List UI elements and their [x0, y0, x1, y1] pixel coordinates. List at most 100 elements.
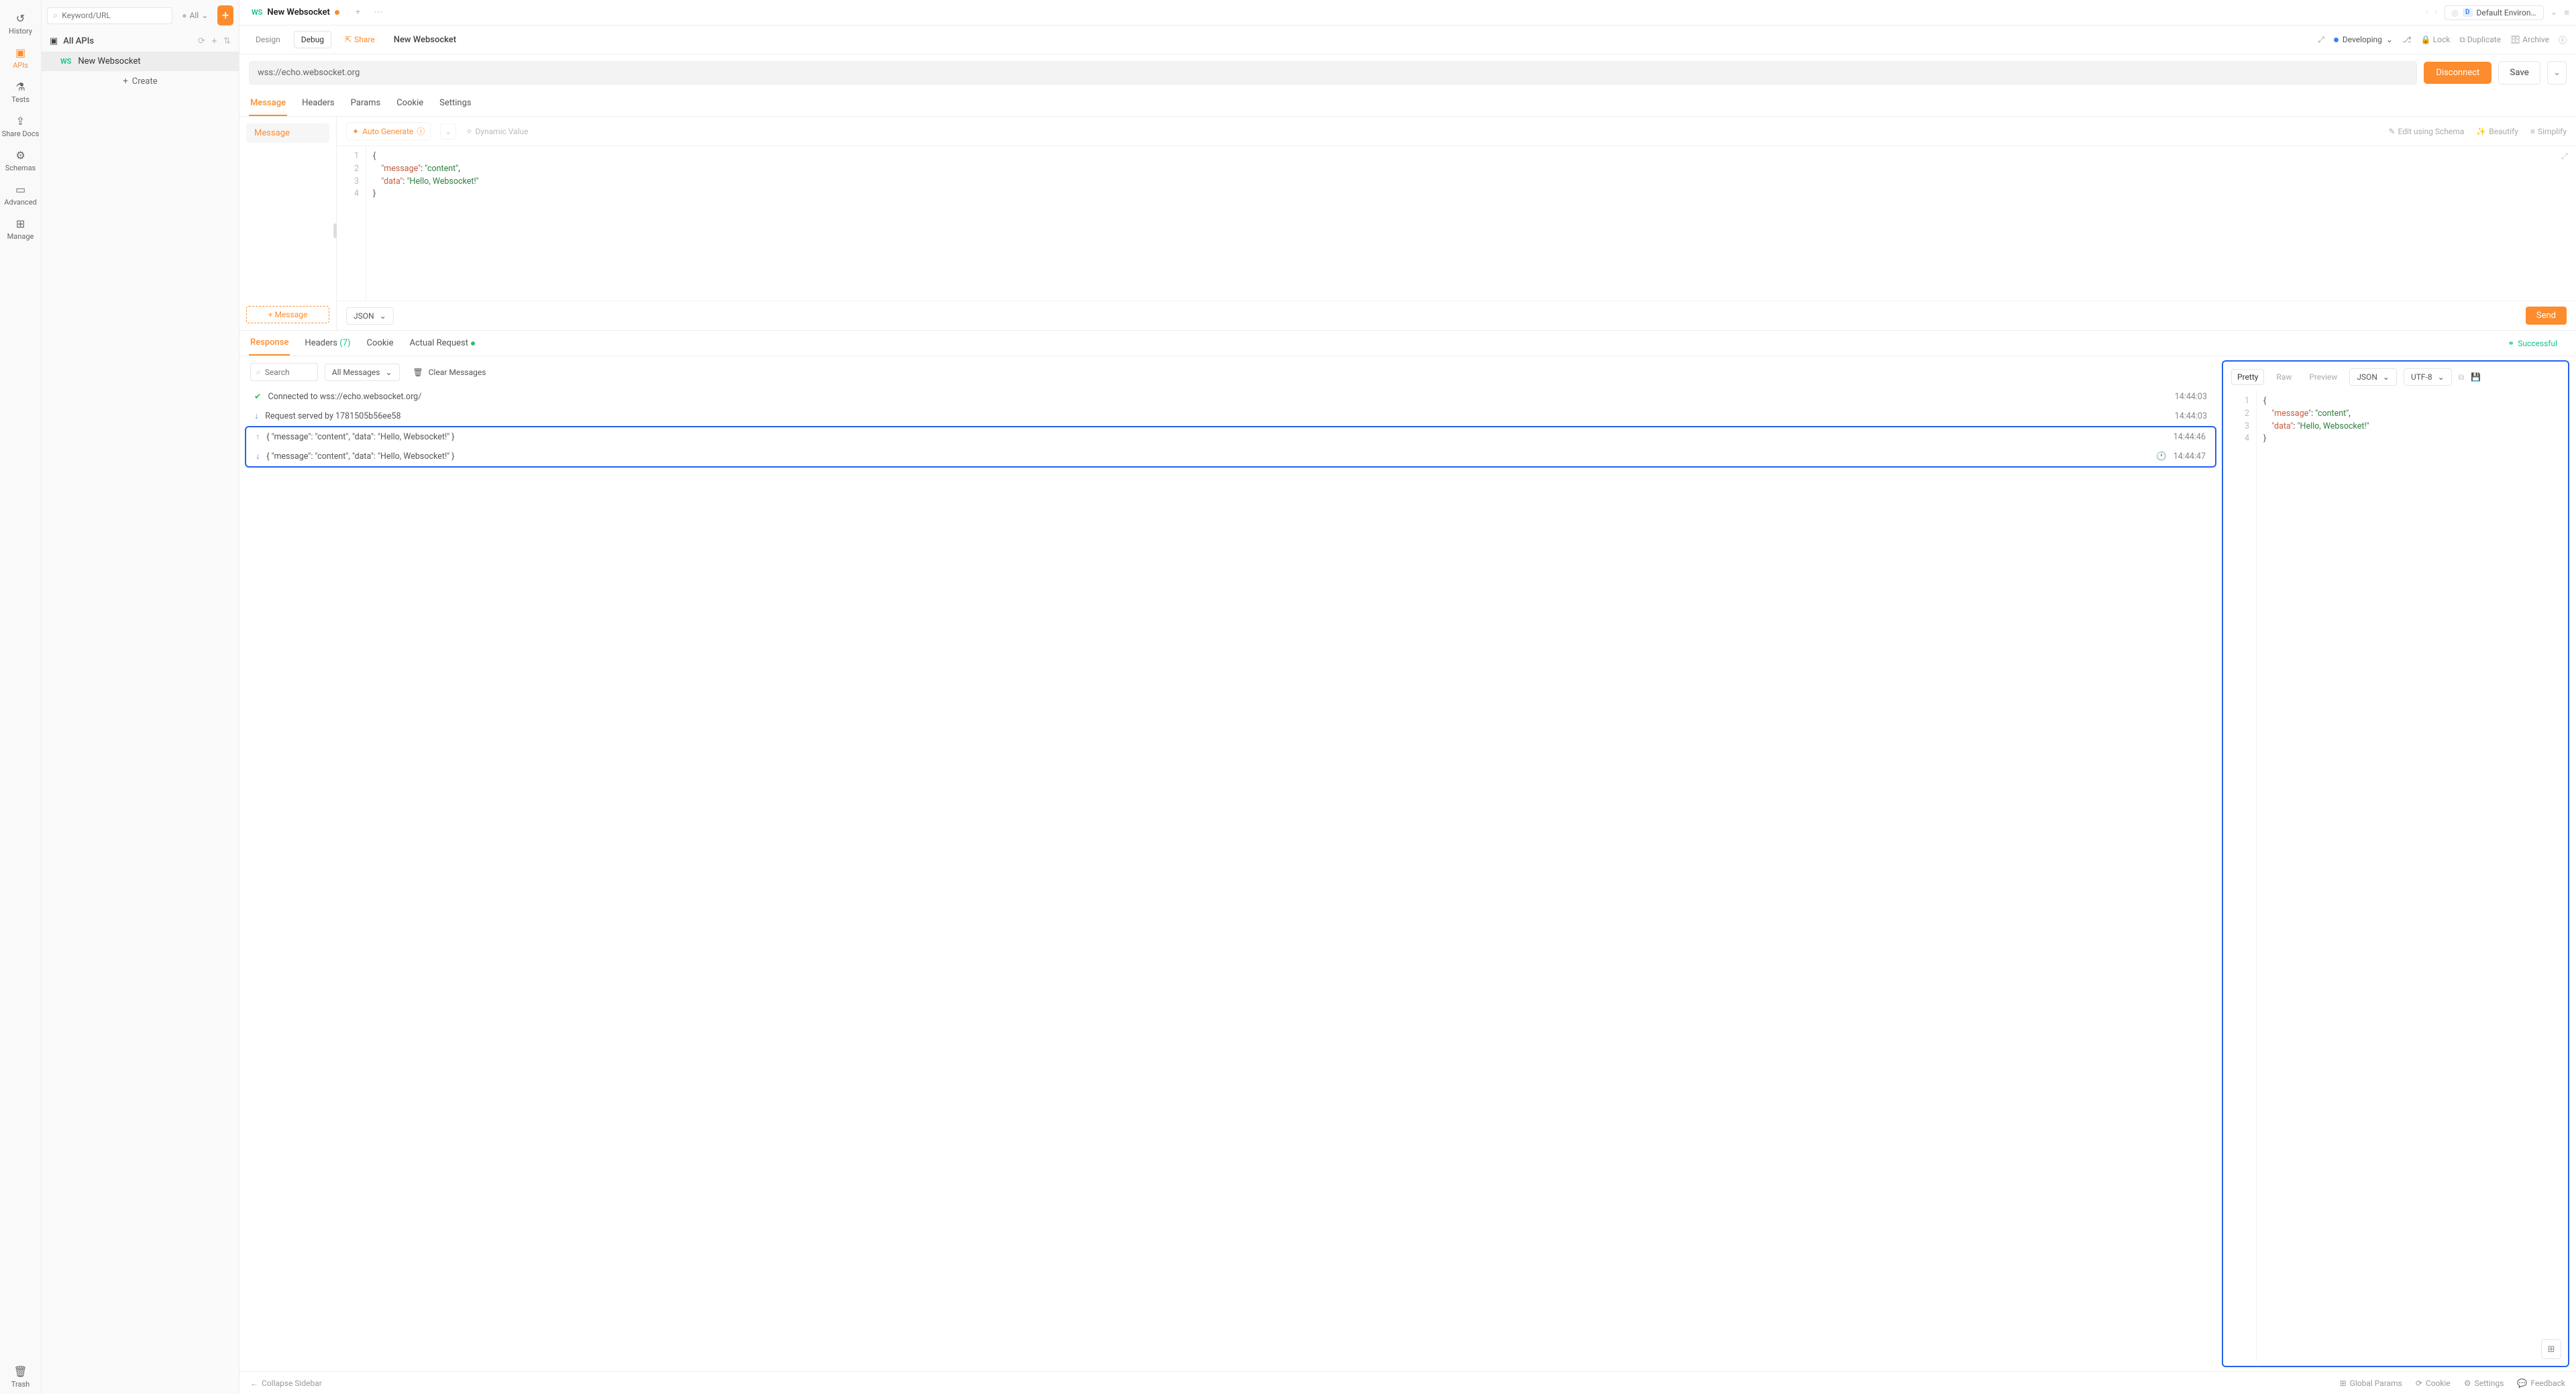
fullscreen-icon[interactable]: ⤢ — [2561, 152, 2568, 162]
resp-tab-response[interactable]: Response — [249, 331, 290, 356]
cookie-button[interactable]: ⟳ Cookie — [2416, 1379, 2451, 1388]
send-button[interactable]: Send — [2526, 307, 2567, 325]
nav-apis[interactable]: ▣APIs — [0, 41, 41, 75]
refresh-icon[interactable]: ⟳ — [198, 36, 205, 46]
save-button[interactable]: Save — [2498, 61, 2540, 85]
arrow-left-icon[interactable]: ‹ — [2426, 7, 2428, 17]
req-tab-settings[interactable]: Settings — [438, 91, 472, 116]
plus-small-icon[interactable]: + — [212, 36, 217, 46]
main: WS New Websocket + ⋯ ‹ › ◎ D Default Env… — [239, 0, 2576, 1394]
info-icon[interactable]: ⓘ — [2559, 34, 2567, 46]
share-docs-icon: ⇪ — [16, 115, 25, 127]
chevron-down-icon: ⌄ — [2386, 35, 2393, 44]
beautify-button[interactable]: ✨ Beautify — [2476, 127, 2518, 136]
share-button[interactable]: ⇱Share — [338, 32, 382, 48]
viewer-code[interactable]: 1234 { "message": "content", "data": "He… — [2227, 391, 2564, 1362]
nav-schemas-label: Schemas — [5, 164, 36, 172]
log-search-input[interactable] — [265, 368, 312, 377]
sidebar-search[interactable]: ⌕ — [47, 7, 172, 24]
status-developing[interactable]: Developing⌄ — [2334, 35, 2393, 44]
arrow-right-icon[interactable]: › — [2435, 7, 2438, 17]
debug-tab[interactable]: Debug — [294, 31, 331, 48]
viewer-tab-pretty[interactable]: Pretty — [2231, 369, 2264, 385]
log-row-connected[interactable]: ✔Connected to wss://echo.websocket.org/1… — [241, 386, 2220, 407]
tab-more[interactable]: ⋯ — [367, 7, 389, 17]
lock-button[interactable]: 🔒 Lock — [2421, 35, 2451, 44]
add-message-button[interactable]: + Message — [246, 306, 329, 323]
log-row-incoming[interactable]: ↓{ "message": "content", "data": "Hello,… — [246, 447, 2215, 466]
req-tab-headers[interactable]: Headers — [301, 91, 336, 116]
sidebar-all-apis[interactable]: ▣ All APIs ⟳ + ⇅ — [42, 31, 239, 52]
copy-icon[interactable]: ⧉ — [2459, 372, 2465, 382]
design-tab[interactable]: Design — [249, 32, 287, 48]
req-tab-params[interactable]: Params — [350, 91, 382, 116]
nav-schemas[interactable]: ⚙Schemas — [0, 144, 41, 178]
message-item[interactable]: Message — [246, 123, 329, 143]
viewer-tab-raw[interactable]: Raw — [2271, 370, 2297, 384]
nav-rail: ↺History ▣APIs ⚗Tests ⇪Share Docs ⚙Schem… — [0, 0, 42, 1394]
sidebar-item-websocket[interactable]: WS New Websocket — [42, 52, 239, 71]
auto-generate-button[interactable]: ✦Auto Generate ⓘ — [346, 122, 431, 140]
nav-trash[interactable]: 🗑Trash — [0, 1360, 41, 1394]
auto-generate-dropdown[interactable]: ⌄ — [440, 123, 456, 140]
viewer-format-select[interactable]: JSON⌄ — [2349, 368, 2397, 386]
save-dropdown[interactable]: ⌄ — [2547, 61, 2567, 85]
log-row-incoming[interactable]: ↓Request served by 1781505b56ee5814:44:0… — [241, 407, 2220, 426]
simplify-button[interactable]: ≡ Simplify — [2530, 127, 2567, 136]
log-search[interactable]: ⌕ — [250, 363, 318, 381]
tab-add[interactable]: + — [349, 7, 367, 17]
arrow-up-icon: ↑ — [256, 432, 260, 442]
nav-advanced-label: Advanced — [4, 198, 36, 207]
viewer-encoding-select[interactable]: UTF-8⌄ — [2404, 368, 2452, 386]
clear-messages-button[interactable]: 🗑Clear Messages — [407, 364, 493, 380]
chevron-down-icon[interactable]: ⌄ — [2551, 7, 2558, 17]
req-tab-message[interactable]: Message — [249, 91, 287, 116]
nav-tests[interactable]: ⚗Tests — [0, 75, 41, 109]
log-row-outgoing[interactable]: ↑{ "message": "content", "data": "Hello,… — [246, 427, 2215, 447]
response-viewer: Pretty Raw Preview JSON⌄ UTF-8⌄ ⧉ 💾 1234… — [2222, 360, 2569, 1367]
sidebar-filter[interactable]: ●All⌄ — [178, 11, 212, 20]
apis-icon: ▣ — [15, 46, 25, 59]
expand-icon[interactable]: ⤢ — [2318, 35, 2324, 45]
nav-manage[interactable]: ⊞Manage — [0, 212, 41, 246]
url-input[interactable]: wss://echo.websocket.org — [249, 61, 2417, 85]
sidebar-create[interactable]: +Create — [42, 71, 239, 92]
save-icon[interactable]: 💾 — [2471, 372, 2481, 382]
layout-toggle-button[interactable]: ⊞ — [2541, 1339, 2561, 1359]
resp-tab-headers[interactable]: Headers (7) — [303, 331, 352, 355]
nav-history[interactable]: ↺History — [0, 7, 41, 41]
environment-select[interactable]: ◎ D Default Environ… — [2445, 5, 2544, 20]
nav-share-docs[interactable]: ⇪Share Docs — [0, 109, 41, 144]
settings-button[interactable]: ⚙ Settings — [2464, 1379, 2504, 1388]
duplicate-button[interactable]: ⧉ Duplicate — [2459, 35, 2501, 45]
tab-websocket[interactable]: WS New Websocket — [242, 0, 349, 25]
collapse-sidebar-button[interactable]: ← Collapse Sidebar — [250, 1379, 322, 1388]
tab-title: New Websocket — [267, 7, 329, 17]
edit-schema-button[interactable]: ✎ Edit using Schema — [2388, 127, 2464, 136]
branch-icon[interactable]: ⎇ — [2402, 35, 2412, 44]
plus-icon: + — [268, 310, 273, 319]
menu-icon[interactable]: ≡ — [2564, 7, 2569, 18]
nav-advanced[interactable]: ▭Advanced — [0, 178, 41, 212]
message-filter[interactable]: All Messages⌄ — [325, 364, 400, 381]
global-params-button[interactable]: ⊞ Global Params — [2340, 1379, 2402, 1388]
sidebar-search-input[interactable] — [62, 11, 166, 20]
sidebar-add-button[interactable]: + — [217, 5, 233, 25]
disconnect-button[interactable]: Disconnect — [2424, 62, 2491, 84]
dynamic-value-button[interactable]: ✧Dynamic Value — [466, 127, 528, 136]
tabbar: WS New Websocket + ⋯ ‹ › ◎ D Default Env… — [239, 0, 2576, 25]
format-select[interactable]: JSON⌄ — [346, 307, 394, 325]
archive-button[interactable]: 🗄 Archive — [2510, 35, 2549, 44]
feedback-button[interactable]: 💬 Feedback — [2517, 1379, 2565, 1388]
code-editor[interactable]: 1234 { "message": "content", "data": "He… — [337, 146, 2576, 301]
resp-tab-actual-request[interactable]: Actual Request — [408, 331, 476, 355]
nav-manage-label: Manage — [7, 232, 34, 241]
nav-trash-label: Trash — [11, 1380, 30, 1389]
viewer-tab-preview[interactable]: Preview — [2304, 370, 2343, 384]
ws-badge: WS — [252, 8, 262, 17]
sort-icon[interactable]: ⇅ — [223, 36, 231, 46]
req-tab-cookie[interactable]: Cookie — [395, 91, 425, 116]
target-icon: ◎ — [2452, 8, 2459, 17]
code-body[interactable]: { "message": "content", "data": "Hello, … — [366, 146, 486, 301]
resp-tab-cookie[interactable]: Cookie — [366, 331, 395, 355]
